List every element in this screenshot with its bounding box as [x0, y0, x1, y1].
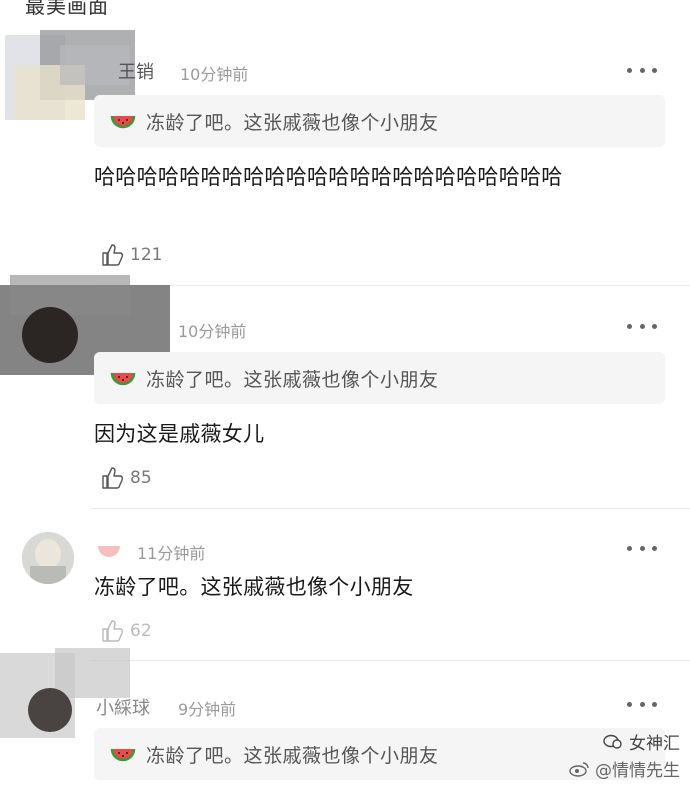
quote-text: 冻龄了吧。这张戚薇也像个小朋友: [146, 368, 439, 391]
timestamp: 9分钟前: [178, 700, 237, 719]
like-button[interactable]: 121: [100, 242, 162, 268]
watermark-account: 女神汇: [629, 734, 680, 754]
like-button[interactable]: 62: [100, 618, 152, 644]
weibo-logo-icon: [569, 761, 589, 777]
watermelon-icon: [110, 372, 136, 386]
comment-text: 因为这是戚薇女儿: [94, 422, 265, 446]
more-dots-icon[interactable]: [627, 60, 657, 80]
watermark-handle: @情情先生: [595, 761, 680, 781]
avatar[interactable]: [22, 532, 74, 584]
username[interactable]: 小綵球: [96, 694, 150, 720]
chat-bubble-icon: [603, 734, 622, 749]
timestamp: 10分钟前: [180, 65, 249, 84]
divider: [90, 660, 690, 661]
watermark: 女神汇 @情情先生: [569, 729, 680, 781]
quote-text: 冻龄了吧。这张戚薇也像个小朋友: [146, 744, 439, 767]
thumbs-up-icon: [102, 467, 124, 489]
quote-block[interactable]: 冻龄了吧。这张戚薇也像个小朋友: [94, 352, 665, 404]
more-dots-icon[interactable]: [627, 316, 657, 336]
comment-text: 冻龄了吧。这张戚薇也像个小朋友: [94, 575, 414, 599]
divider: [90, 285, 690, 286]
more-dots-icon[interactable]: [627, 538, 657, 558]
watermelon-icon: [110, 748, 136, 762]
more-dots-icon[interactable]: [627, 694, 657, 714]
like-count: 85: [130, 468, 152, 488]
comment-text: 哈哈哈哈哈哈哈哈哈哈哈哈哈哈哈哈哈哈哈哈哈哈: [94, 165, 563, 189]
quote-block[interactable]: 冻龄了吧。这张戚薇也像个小朋友: [94, 95, 665, 147]
thumbs-up-icon: [102, 620, 124, 642]
watermelon-icon: [110, 115, 136, 129]
timestamp: 11分钟前: [137, 544, 206, 563]
divider: [90, 508, 690, 509]
watermelon-icon: [96, 540, 122, 562]
timestamp: 10分钟前: [178, 322, 247, 341]
like-count: 121: [130, 245, 163, 265]
quote-text: 冻龄了吧。这张戚薇也像个小朋友: [146, 111, 439, 134]
thumbs-up-icon: [102, 244, 124, 266]
username[interactable]: 王销: [118, 58, 154, 84]
header-fragment: 最美画面: [25, 0, 109, 18]
like-count: 62: [130, 621, 152, 641]
like-button[interactable]: 85: [100, 465, 152, 491]
